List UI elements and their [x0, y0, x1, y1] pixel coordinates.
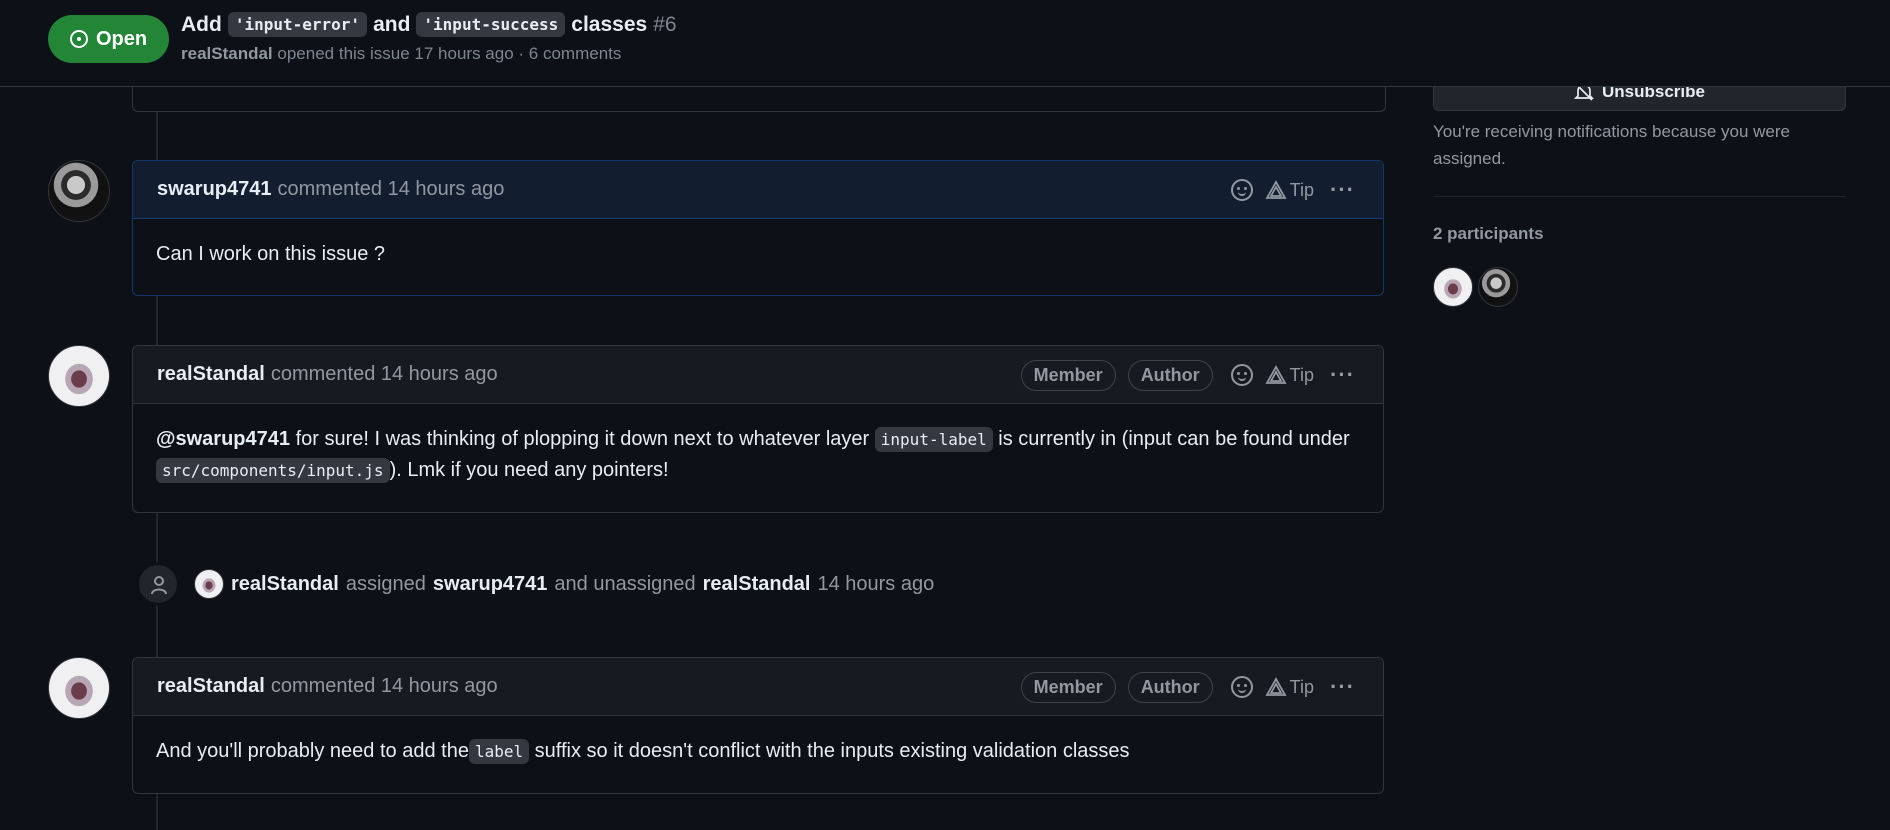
kebab-horizontal-icon[interactable]: ···	[1330, 674, 1355, 700]
person-icon	[151, 576, 167, 595]
issue-meta: realStandal opened this issue 17 hours a…	[181, 44, 621, 64]
comment-timestamp[interactable]: commented 14 hours ago	[271, 675, 498, 698]
comment-text: Can I work on this issue ?	[156, 243, 385, 265]
author-badge: Author	[1127, 359, 1213, 391]
kebab-horizontal-icon[interactable]: ···	[1330, 362, 1355, 388]
avatar[interactable]	[194, 569, 224, 599]
title-code: 'input-success	[416, 12, 566, 37]
issue-title[interactable]: Add 'input-error' and 'input-success cla…	[181, 12, 677, 37]
comment-text: ). Lmk if you need any pointers!	[389, 459, 669, 481]
assignment-event: realStandal assigned swarup4741 and unas…	[194, 569, 934, 599]
tip-button[interactable]: Tip	[1265, 180, 1314, 201]
event-actor[interactable]: realStandal	[231, 573, 339, 596]
copilot-tip-icon	[1265, 677, 1287, 696]
comment-text: is currently in (input can be found unde…	[992, 428, 1350, 450]
copilot-tip-icon	[1265, 365, 1287, 384]
tip-label: Tip	[1289, 179, 1315, 200]
member-badge: Member	[1020, 359, 1116, 391]
inline-code: src/components/input.js	[156, 458, 390, 483]
title-text: classes	[571, 12, 648, 36]
author-badge: Author	[1127, 671, 1213, 703]
tip-button[interactable]: Tip	[1265, 677, 1314, 698]
comment-text: suffix so it doesn't conflict with the i…	[529, 740, 1130, 762]
sidebar-divider	[1433, 196, 1846, 197]
opened-text: opened this issue 17 hours ago · 6 comme…	[277, 44, 622, 63]
member-badge: Member	[1020, 671, 1116, 703]
comment-author[interactable]: realStandal	[157, 675, 265, 698]
comment-timestamp[interactable]: commented 14 hours ago	[271, 363, 498, 386]
title-text: Add	[181, 12, 222, 36]
kebab-horizontal-icon[interactable]: ···	[1330, 177, 1355, 203]
tip-button[interactable]: Tip	[1265, 365, 1314, 386]
tip-label: Tip	[1289, 676, 1315, 697]
comment-header: realStandal commented 14 hours ago Membe…	[133, 346, 1383, 404]
comment-body: Can I work on this issue ?	[133, 219, 1383, 290]
avatar[interactable]	[48, 657, 110, 719]
smiley-icon[interactable]	[1230, 179, 1253, 201]
issue-state-label: Open	[95, 27, 148, 50]
issue-opened-icon	[69, 30, 88, 48]
user-mention[interactable]: @swarup4741	[156, 428, 290, 450]
participant-avatar[interactable]	[1478, 267, 1518, 307]
issue-state-badge: Open	[48, 15, 169, 63]
avatar[interactable]	[48, 160, 110, 222]
comment-text: for sure! I was thinking of plopping it …	[290, 428, 875, 450]
event-user[interactable]: swarup4741	[433, 573, 548, 596]
tip-label: Tip	[1289, 364, 1315, 385]
comment-text: And you'll probably need to add the	[156, 740, 469, 762]
event-text: assigned	[345, 572, 426, 595]
comment: realStandal commented 14 hours ago Membe…	[132, 657, 1384, 794]
event-timestamp[interactable]: 14 hours ago	[817, 573, 934, 596]
participants-heading: 2 participants	[1433, 224, 1544, 243]
comment: swarup4741 commented 14 hours ago Tip ··…	[132, 160, 1384, 296]
opener-link[interactable]: realStandal	[181, 44, 273, 63]
comment-header: realStandal commented 14 hours ago Membe…	[133, 658, 1383, 716]
participant-avatar[interactable]	[1433, 267, 1473, 307]
smiley-icon[interactable]	[1230, 676, 1253, 698]
event-user[interactable]: realStandal	[703, 573, 811, 596]
comment-author[interactable]: swarup4741	[157, 178, 272, 201]
issue-number: #6	[653, 12, 677, 36]
notification-reason: You're receiving notifications because y…	[1433, 122, 1790, 168]
comment-timestamp[interactable]: commented 14 hours ago	[278, 178, 505, 201]
title-text: and	[373, 12, 411, 36]
copilot-tip-icon	[1265, 180, 1287, 199]
smiley-icon[interactable]	[1230, 364, 1253, 386]
comment-header: swarup4741 commented 14 hours ago Tip ··…	[133, 161, 1383, 219]
event-badge	[137, 563, 179, 605]
event-text: and unassigned	[554, 572, 696, 595]
inline-code: input-label	[874, 427, 993, 452]
comment-body: And you'll probably need to add the label…	[133, 716, 1383, 787]
comment-body: @swarup4741 for sure! I was thinking of …	[133, 404, 1383, 506]
inline-code: label	[468, 739, 530, 764]
title-code: 'input-error'	[227, 12, 368, 37]
comment-author[interactable]: realStandal	[157, 363, 265, 386]
avatar[interactable]	[48, 345, 110, 407]
comment: realStandal commented 14 hours ago Membe…	[132, 345, 1384, 513]
sticky-issue-header: Open Add 'input-error' and 'input-succes…	[0, 0, 1890, 87]
